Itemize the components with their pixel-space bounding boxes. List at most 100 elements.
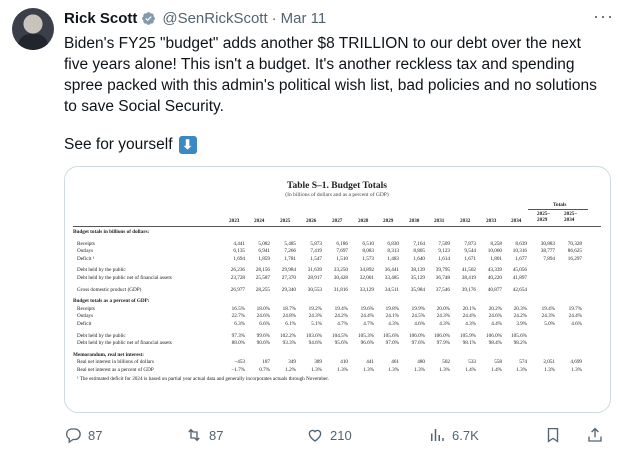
reply-button[interactable]: 87 xyxy=(64,426,102,444)
cell-value: 38,419 xyxy=(461,275,476,281)
see-for-yourself-line: See for yourself ⬇ xyxy=(64,136,197,154)
views-count: 6.7K xyxy=(452,427,479,443)
cell-value: 1,801 xyxy=(490,255,502,262)
cell-value: 4.3% xyxy=(465,321,476,327)
cell-value: 98.2% xyxy=(513,340,527,347)
cell-value: 6,941 xyxy=(258,248,270,255)
tweet-media-image[interactable]: Table S–1. Budget Totals (In billions of… xyxy=(64,166,611,413)
cell-value: 24.6% xyxy=(256,313,270,320)
heart-icon xyxy=(308,429,322,442)
cell-value: 5,082 xyxy=(258,240,270,247)
cell-value: 574 xyxy=(519,359,527,366)
cell-value: 40,220 xyxy=(487,275,502,281)
cell-value: 106.0% xyxy=(434,332,450,339)
cell-value: 1,640 xyxy=(413,255,425,262)
row-label: Budget totals as a percent of GDP: xyxy=(73,298,150,305)
cell-value: 19.2% xyxy=(308,305,322,312)
cell-value: 20.0% xyxy=(436,305,450,312)
cell-value: 7,894 xyxy=(543,255,555,262)
cell-value: 24.4% xyxy=(360,313,374,320)
cell-value: 39,176 xyxy=(461,286,476,293)
cell-value: 38,139 xyxy=(410,267,425,274)
cell-value: 20.1% xyxy=(462,305,476,312)
table-row: Receipts 4,441 5,082 5,485 5,873 6,186 6,510 6,… xyxy=(73,241,601,248)
row-label: Gross domestic product (GDP) xyxy=(77,286,142,293)
cell-value: 30,428 xyxy=(333,275,348,281)
year-header: 2025 xyxy=(280,218,291,224)
author-avatar[interactable] xyxy=(12,8,54,50)
table-row: Outlays 22.7% 24.6% 24.8% 24.3% 24.2% 24.4% 24.… xyxy=(73,313,601,320)
row-label: Deficit ¹ xyxy=(77,255,95,262)
cell-value: 502 xyxy=(442,359,450,366)
tweet-date[interactable]: Mar 11 xyxy=(281,10,327,27)
table-row: Debt held by the public 97.3% 99.6% 102.2% 1… xyxy=(73,333,601,340)
author-handle[interactable]: @SenRickScott xyxy=(162,10,267,27)
header-separator: · xyxy=(271,10,277,27)
cell-value: 1.3% xyxy=(388,367,399,373)
cell-value: 28,917 xyxy=(307,275,322,281)
cell-value: 32,001 xyxy=(359,275,374,281)
row-label: Receipts xyxy=(77,240,95,247)
cell-value: 4.7% xyxy=(363,321,374,327)
cell-value: 16.5% xyxy=(231,305,245,312)
row-label: Debt held by the public net of financial… xyxy=(77,340,172,347)
table-row: Debt held by the public 26,236 28,156 29,98… xyxy=(73,267,601,274)
cell-value: 24.4% xyxy=(462,313,476,320)
year-header: 2030 xyxy=(409,218,420,224)
cell-value: 95.6% xyxy=(334,340,348,347)
cell-value: 26,977 xyxy=(230,286,245,293)
cell-value: 1,781 xyxy=(284,255,296,262)
row-label: Receipts xyxy=(77,305,95,312)
cell-value: 42,654 xyxy=(512,286,527,293)
total-col-header: 2034 xyxy=(564,217,575,223)
totals-header: Totals xyxy=(553,202,567,208)
year-header: 2029 xyxy=(383,218,394,224)
cell-value: 480 xyxy=(417,359,425,366)
cell-value: 1.3% xyxy=(544,367,555,373)
cell-value: 9,123 xyxy=(438,248,450,255)
cell-value: 36,441 xyxy=(384,267,399,274)
table-row: Memorandum, real net interest: xyxy=(73,352,601,359)
cell-value: 8,805 xyxy=(413,248,425,255)
cell-value: 1,483 xyxy=(387,255,399,262)
author-name[interactable]: Rick Scott xyxy=(64,10,137,27)
share-button[interactable] xyxy=(586,426,610,444)
like-button[interactable]: 210 xyxy=(306,426,352,444)
cell-value: 461 xyxy=(391,359,399,366)
cell-value: 97.6% xyxy=(411,340,425,347)
views-button[interactable]: 6.7K xyxy=(428,426,479,444)
repost-icon xyxy=(188,428,200,442)
cell-value: 98.4% xyxy=(488,340,502,347)
cell-value: 1,671 xyxy=(464,255,476,262)
tweet-actions: 87 87 210 6.7K xyxy=(64,426,609,446)
cell-value: 97.3% xyxy=(231,332,245,339)
cell-value: 9,544 xyxy=(464,248,476,255)
table-grid: Totals 2025– 2029 2025– 2034 2023 2024 2025 2026… xyxy=(73,198,601,398)
row-label: Debt held by the public net of financial… xyxy=(77,275,172,281)
cell-value: 19.6% xyxy=(360,305,374,312)
cell-value: 24.4% xyxy=(568,313,582,320)
cell-value: 7,419 xyxy=(310,248,322,255)
cell-value: 102.2% xyxy=(280,332,296,339)
cell-value: 35,129 xyxy=(410,275,425,281)
bookmark-button[interactable] xyxy=(544,426,568,444)
table-row: Budget totals in billions of dollars: xyxy=(73,229,601,236)
more-options-icon[interactable]: ··· xyxy=(593,6,614,27)
repost-button[interactable]: 87 xyxy=(185,426,223,444)
cell-value: 533 xyxy=(468,359,476,366)
cell-value: 4.4% xyxy=(491,321,502,327)
cell-value: –1.7% xyxy=(231,367,245,373)
cell-value: 1,547 xyxy=(310,255,322,262)
cell-value: 104.5% xyxy=(332,332,348,339)
cell-value: 29,340 xyxy=(281,286,296,293)
cell-value: 34,511 xyxy=(384,286,399,293)
cell-value: 187 xyxy=(262,359,270,366)
cell-value: 4.6% xyxy=(571,321,582,327)
cell-value: 37,546 xyxy=(435,286,450,293)
cell-value: 6,186 xyxy=(336,240,348,247)
tweet-body: Biden's FY25 "budget" adds another $8 TR… xyxy=(64,35,597,115)
cell-value: 41,897 xyxy=(512,275,527,281)
cell-value: 86,625 xyxy=(567,248,582,255)
cell-value: 30,883 xyxy=(540,240,555,247)
down-arrow-emoji-icon: ⬇ xyxy=(178,136,197,154)
